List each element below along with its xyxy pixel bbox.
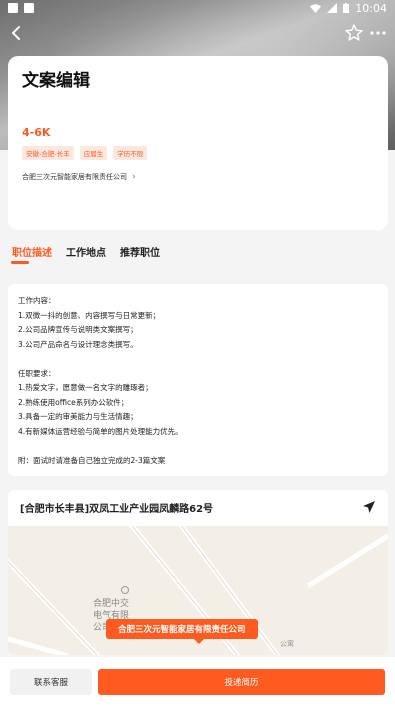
map-poi-marker-icon	[121, 586, 129, 594]
desc-line: 任职要求：	[18, 368, 56, 378]
map-marker-pointer	[194, 639, 204, 644]
address-header[interactable]: [合肥市长丰县]双凤工业产业园凤麟路62号	[8, 490, 388, 526]
wifi-icon	[310, 3, 322, 13]
navigation-arrow-icon[interactable]	[362, 500, 376, 514]
desc-line: 1.双微一抖的创意、内容撰写与日常更新；	[18, 310, 161, 320]
bottom-action-bar: 联系客服 投递简历	[0, 657, 395, 707]
tag-education: 学历不限	[113, 146, 148, 160]
desc-spacer	[18, 352, 378, 367]
salary: 4-6K	[22, 126, 51, 139]
tab-job-description[interactable]: 职位描述	[12, 244, 52, 259]
submit-resume-button[interactable]: 投递简历	[98, 669, 385, 695]
contact-service-button[interactable]: 联系客服	[10, 669, 92, 695]
job-title: 文案编辑	[22, 71, 90, 91]
favorite-star-icon[interactable]	[343, 22, 365, 44]
company-link[interactable]: 合肥三次元智能家居有限责任公司 ›	[22, 172, 136, 182]
signal-icon	[327, 3, 338, 13]
desc-spacer	[18, 439, 378, 454]
status-time: 10:04	[355, 1, 387, 15]
desc-line: 3.具备一定的审美能力与生活情趣；	[18, 412, 138, 421]
tab-recommended-jobs[interactable]: 推荐职位	[120, 244, 160, 259]
battery-icon	[343, 3, 350, 13]
image-notification-icon	[24, 3, 34, 13]
job-tags: 安徽-合肥-长丰 应届生 学历不限	[22, 146, 148, 160]
desc-line: 2.熟练使用office系列办公软件；	[18, 397, 129, 407]
address-text: [合肥市长丰县]双凤工业产业园凤麟路62号	[20, 504, 214, 515]
desc-line: 工作内容：	[18, 296, 56, 305]
desc-line: 1.热爱文字，愿意做一名文字的雕琢者；	[18, 383, 153, 392]
status-bar: 10:04	[0, 0, 395, 16]
desc-line: 4.有新媒体运营经验与简单的图片处理能力优先。	[18, 426, 183, 436]
job-description-card: 工作内容： 1.双微一抖的创意、内容撰写与日常更新； 2.公司品牌宣传与说明类文…	[8, 284, 388, 476]
back-arrow-icon[interactable]	[6, 22, 28, 44]
desc-line: 附：面试时请准备自己独立完成的2-3篇文案	[18, 455, 166, 465]
chevron-right-icon: ›	[132, 172, 136, 182]
top-nav	[0, 20, 395, 48]
location-map[interactable]: 合肥中交电气有限公司 合肥三次元智能家居有限责任公司 公寓	[8, 526, 388, 655]
detail-tabs: 职位描述 工作地点 推荐职位	[12, 244, 160, 259]
desc-line: 2.公司品牌宣传与说明类文案撰写；	[18, 325, 138, 334]
map-small-label: 公寓	[280, 640, 294, 648]
tab-work-location[interactable]: 工作地点	[66, 244, 106, 259]
more-options-icon[interactable]	[367, 22, 389, 44]
notification-icon	[8, 3, 18, 13]
job-summary-card: 文案编辑 4-6K 安徽-合肥-长丰 应届生 学历不限 合肥三次元智能家居有限责…	[8, 56, 388, 230]
work-location-card: [合肥市长丰县]双凤工业产业园凤麟路62号 合肥中交电气有限公司 合肥三次元智能…	[8, 490, 388, 655]
desc-line: 3.公司产品命名与设计理念类撰写。	[18, 339, 138, 349]
tag-location: 安徽-合肥-长丰	[22, 146, 74, 160]
map-company-marker[interactable]: 合肥三次元智能家居有限责任公司	[106, 619, 258, 639]
company-name: 合肥三次元智能家居有限责任公司	[22, 173, 127, 181]
tag-experience: 应届生	[79, 146, 108, 160]
active-tab-indicator	[11, 261, 29, 264]
